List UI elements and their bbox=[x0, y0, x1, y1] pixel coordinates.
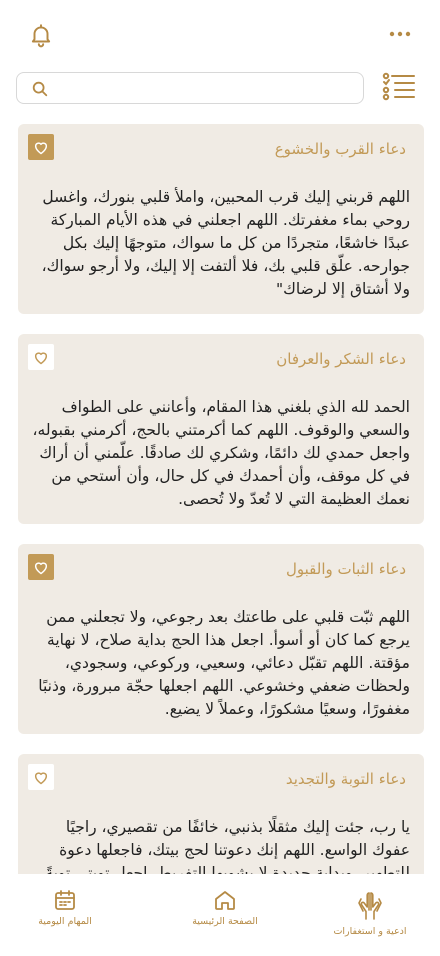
heart-icon bbox=[34, 141, 48, 154]
nav-daily-tasks[interactable]: المهام اليومية bbox=[0, 888, 130, 948]
home-icon bbox=[215, 891, 235, 910]
nav-home[interactable]: الصفحة الرئيسية bbox=[160, 888, 290, 948]
dua-title: دعاء القرب والخشوع bbox=[274, 140, 406, 158]
search-input[interactable] bbox=[57, 77, 357, 101]
nav-daily-tasks-label: المهام اليومية bbox=[38, 916, 92, 927]
dua-card[interactable]: دعاء القرب والخشوع اللهم قربني إليك قرب … bbox=[18, 124, 424, 314]
search-row bbox=[0, 70, 440, 110]
search-box[interactable] bbox=[16, 72, 364, 104]
favorite-button[interactable] bbox=[28, 344, 54, 370]
favorite-button[interactable] bbox=[28, 554, 54, 580]
dua-text: يا رب، جئت إليك مثقلًا بذنبي، خائفًا من … bbox=[45, 818, 410, 874]
list-icon[interactable] bbox=[382, 72, 416, 102]
search-icon bbox=[32, 81, 48, 97]
heart-icon bbox=[34, 351, 48, 364]
dua-list: دعاء القرب والخشوع اللهم قربني إليك قرب … bbox=[0, 122, 440, 874]
bottom-nav: المهام اليومية الصفحة الرئيسية ادعية و ا… bbox=[0, 874, 440, 956]
dua-text: الحمد لله الذي بلغني هذا المقام، وأعانني… bbox=[32, 398, 410, 508]
nav-duas[interactable]: ادعية و استغفارات bbox=[305, 890, 435, 950]
dua-text: اللهم ثبّت قلبي على طاعتك بعد رجوعي، ولا… bbox=[38, 608, 410, 718]
nav-home-label: الصفحة الرئيسية bbox=[192, 916, 258, 927]
favorite-button[interactable] bbox=[28, 134, 54, 160]
top-bar bbox=[0, 0, 440, 68]
dua-title: دعاء الثبات والقبول bbox=[285, 560, 406, 578]
praying-hands-icon bbox=[358, 892, 382, 920]
dua-card[interactable]: دعاء الثبات والقبول اللهم ثبّت قلبي على … bbox=[18, 544, 424, 734]
nav-duas-label: ادعية و استغفارات bbox=[333, 926, 407, 937]
more-dots-icon[interactable] bbox=[388, 26, 412, 42]
calendar-icon bbox=[55, 890, 75, 910]
heart-icon bbox=[34, 771, 48, 784]
dua-text: اللهم قربني إليك قرب المحبين، واملأ قلبي… bbox=[41, 188, 410, 298]
heart-icon bbox=[34, 561, 48, 574]
bell-icon[interactable] bbox=[28, 22, 54, 48]
dua-title: دعاء الشكر والعرفان bbox=[276, 350, 406, 368]
dua-card[interactable]: دعاء التوبة والتجديد يا رب، جئت إليك مثق… bbox=[18, 754, 424, 874]
dua-title: دعاء التوبة والتجديد bbox=[285, 770, 406, 788]
favorite-button[interactable] bbox=[28, 764, 54, 790]
dua-card[interactable]: دعاء الشكر والعرفان الحمد لله الذي بلغني… bbox=[18, 334, 424, 524]
